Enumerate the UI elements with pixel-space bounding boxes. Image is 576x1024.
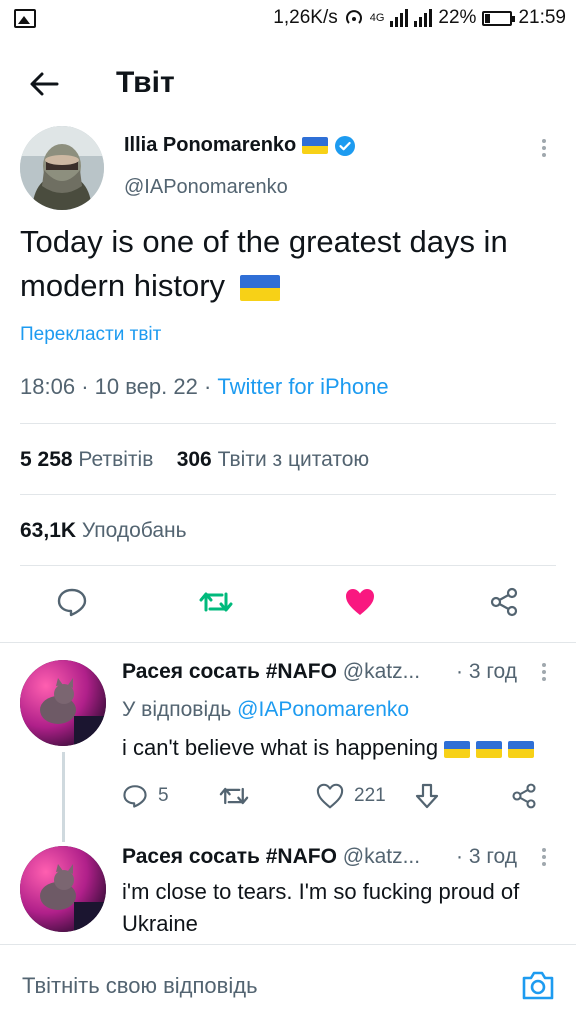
battery-icon <box>482 10 516 26</box>
reply-author-handle[interactable]: @katz... <box>343 845 420 868</box>
share-icon <box>512 783 536 809</box>
ukraine-flag-icon <box>302 137 329 154</box>
like-count: 221 <box>354 785 386 806</box>
reply-more-options-icon[interactable] <box>541 845 547 869</box>
replying-to-mention[interactable]: @IAPonomarenko <box>237 698 409 721</box>
reply-icon <box>123 785 147 808</box>
author-avatar[interactable] <box>20 126 104 210</box>
reply-count: 5 <box>158 785 169 806</box>
reply-vote-down-button[interactable] <box>414 780 440 812</box>
replying-to: У відповідь @IAPonomarenko <box>122 698 409 722</box>
retweet-icon <box>219 787 249 805</box>
divider <box>0 642 576 643</box>
reply-icon <box>57 588 87 617</box>
time-separator: · <box>456 660 463 683</box>
reply-more-options-icon[interactable] <box>541 660 547 684</box>
share-button[interactable] <box>484 582 524 622</box>
reply-retweet-button[interactable] <box>218 780 250 812</box>
retweets-label: Ретвітів <box>78 448 154 471</box>
meta-separator: · <box>81 374 89 399</box>
tweet-meta: 18:06 · 10 вер. 22 · Twitter for iPhone <box>20 374 389 400</box>
verified-badge-icon <box>335 135 356 156</box>
page-title: Твіт <box>116 66 175 99</box>
reply-avatar[interactable] <box>20 846 106 932</box>
battery-percent: 22% <box>438 7 477 28</box>
back-arrow-icon[interactable] <box>24 64 64 104</box>
author-handle[interactable]: @IAPonomarenko <box>124 176 288 199</box>
network-speed: 1,26K/s <box>273 7 338 28</box>
network-type: 4G <box>369 12 385 24</box>
retweets-count: 5 258 <box>20 448 73 471</box>
heart-icon <box>316 783 344 809</box>
reply-actions: 5 221 <box>122 780 552 812</box>
tweet-actions <box>0 582 576 626</box>
reply-avatar-photo <box>20 846 106 932</box>
signal-2-icon <box>414 9 433 27</box>
status-bar: 1,26K/s 4G 22% 21:59 <box>0 0 576 40</box>
reply-avatar-photo <box>20 660 106 746</box>
hotspot-icon <box>345 10 362 24</box>
reply-reply-button[interactable]: 5 <box>122 780 169 812</box>
replying-prefix: У відповідь <box>122 698 232 721</box>
reply-author-handle[interactable]: @katz... <box>343 660 420 683</box>
thread-connector <box>62 752 65 842</box>
reply-share-button[interactable] <box>510 780 538 812</box>
reply-time-row: · 3 год <box>456 660 517 684</box>
ukraine-flag-icon <box>508 740 535 758</box>
retweet-button[interactable] <box>196 582 236 622</box>
divider <box>20 494 556 495</box>
share-icon <box>490 587 518 617</box>
author-photo <box>20 126 104 210</box>
reply-time: 3 год <box>468 845 518 868</box>
retweet-quote-stats: 5 258 Ретвітів 306 Твіти з цитатою <box>20 448 369 472</box>
top-app-bar: Твіт <box>0 40 576 126</box>
signal-icon <box>390 9 409 27</box>
reply-text-content: i can't believe what is happening <box>122 735 439 760</box>
like-button[interactable] <box>340 582 380 622</box>
reply-time-row: · 3 год <box>456 845 517 869</box>
reply-author-name[interactable]: Расея сосать #NAFO <box>122 845 337 868</box>
meta-separator: · <box>203 374 212 399</box>
reply-header[interactable]: Расея сосать #NAFO @katz... <box>122 660 420 684</box>
clock: 21:59 <box>518 7 566 28</box>
status-bar-indicators: 1,26K/s 4G 22% 21:59 <box>273 7 566 29</box>
likes-stat[interactable]: 63,1K Уподобань <box>20 519 187 543</box>
reply-input[interactable]: Твітніть свою відповідь <box>22 973 258 999</box>
author-name[interactable]: Illia Ponomarenko <box>124 134 296 157</box>
reply-avatar[interactable] <box>20 660 106 746</box>
reply-compose-bar: Твітніть свою відповідь <box>0 944 576 1024</box>
time-separator: · <box>456 845 463 868</box>
reply-like-button[interactable]: 221 <box>316 780 386 812</box>
tweet-time: 18:06 <box>20 374 76 399</box>
arrow-down-icon <box>415 783 439 809</box>
retweets-stat[interactable]: 5 258 Ретвітів <box>20 448 153 471</box>
likes-count: 63,1K <box>20 519 77 542</box>
camera-icon[interactable] <box>520 967 556 1003</box>
reply-button[interactable] <box>52 582 92 622</box>
more-options-icon[interactable] <box>541 136 547 160</box>
tweet-text: Today is one of the greatest days in mod… <box>20 220 560 308</box>
retweet-icon <box>199 592 233 612</box>
reply-time: 3 год <box>468 660 518 683</box>
divider <box>20 423 556 424</box>
reply-author-name[interactable]: Расея сосать #NAFO <box>122 660 337 683</box>
author-name-row[interactable]: Illia Ponomarenko <box>124 134 356 157</box>
heart-filled-icon <box>346 589 374 615</box>
tweet-date: 10 вер. 22 <box>94 374 198 399</box>
ukraine-flag-icon <box>239 274 280 301</box>
image-notification-icon <box>14 9 36 28</box>
tweet-source-link[interactable]: Twitter for iPhone <box>217 374 388 399</box>
quotes-stat[interactable]: 306 Твіти з цитатою <box>177 448 369 471</box>
quotes-count: 306 <box>176 448 212 471</box>
likes-label: Уподобань <box>81 519 187 542</box>
translate-tweet-link[interactable]: Перекласти твіт <box>20 324 161 346</box>
reply-text: i'm close to tears. I'm so fucking proud… <box>122 879 520 936</box>
ukraine-flag-icon <box>476 740 503 758</box>
ukraine-flag-icon <box>444 740 471 758</box>
divider <box>20 565 556 566</box>
quotes-label: Твіти з цитатою <box>217 448 370 471</box>
reply-text: i can't believe what is happening <box>122 732 562 764</box>
reply-header[interactable]: Расея сосать #NAFO @katz... <box>122 845 420 869</box>
